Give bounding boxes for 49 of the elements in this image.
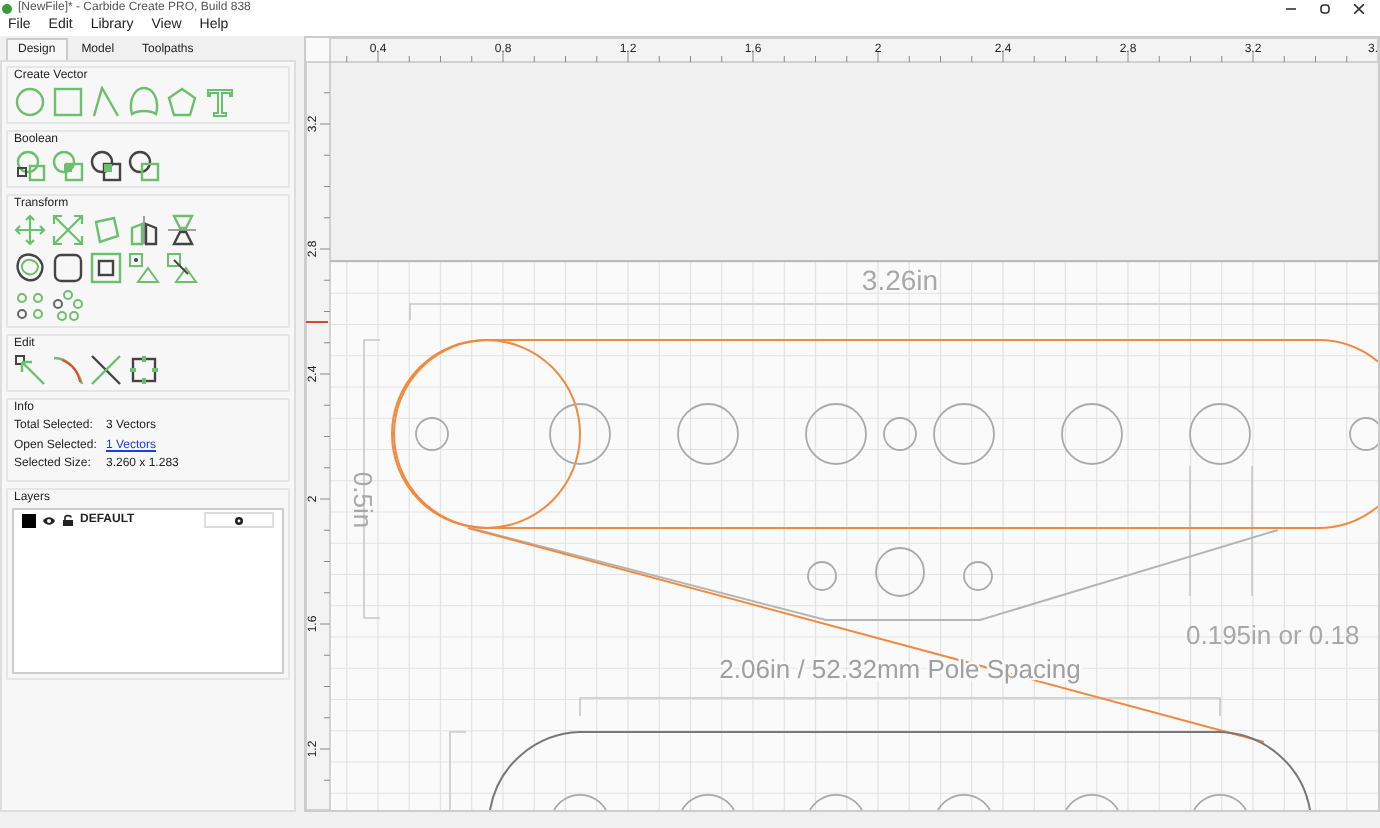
eye-icon[interactable] <box>42 515 56 525</box>
position-marker <box>306 321 329 323</box>
hole <box>549 403 611 465</box>
distribute-icon[interactable] <box>166 252 198 284</box>
layer-color-swatch[interactable] <box>22 513 36 527</box>
offset-icon[interactable] <box>14 252 46 284</box>
layer-settings-button[interactable] <box>204 512 274 528</box>
inset-icon[interactable] <box>90 252 122 284</box>
node-edit-icon[interactable] <box>14 354 46 386</box>
join-icon[interactable] <box>128 354 160 386</box>
hole <box>805 403 867 465</box>
hole <box>1065 794 1119 810</box>
union-icon[interactable] <box>14 150 46 182</box>
annotation-text: 2.06in / 52.32mm Pole Spacing <box>719 654 1081 684</box>
hole <box>553 794 607 810</box>
hole <box>681 794 735 810</box>
hole <box>933 403 995 465</box>
hole <box>809 794 863 810</box>
hole <box>415 417 449 451</box>
dimension-line <box>1251 465 1253 597</box>
hole <box>963 561 993 591</box>
hole <box>677 403 739 465</box>
app-logo-icon <box>2 3 12 13</box>
intersect-icon[interactable] <box>90 150 122 182</box>
dimension-line <box>1189 465 1191 597</box>
hole <box>883 417 917 451</box>
annotation-text: 0.195in or 0.18 <box>1186 620 1360 650</box>
trim-icon[interactable] <box>90 354 122 386</box>
smooth-curve-icon[interactable] <box>52 354 84 386</box>
gear-icon <box>234 515 244 525</box>
dimension-label: 3.26in <box>861 264 939 296</box>
close-icon[interactable] <box>1354 3 1364 13</box>
hole <box>875 547 925 597</box>
hole <box>937 794 991 810</box>
hole <box>1349 417 1378 451</box>
hole <box>1061 403 1123 465</box>
hole <box>1189 403 1251 465</box>
fillet-icon[interactable] <box>52 252 84 284</box>
mirror-icon[interactable] <box>128 214 160 246</box>
lock-icon[interactable] <box>62 514 74 526</box>
circular-array-icon[interactable] <box>52 290 84 322</box>
dimension-label: 0.5in <box>348 471 378 529</box>
hole <box>1193 794 1247 810</box>
minimize-icon[interactable] <box>1286 3 1296 13</box>
mirror-vertical-icon[interactable] <box>166 214 198 246</box>
exclude-icon[interactable] <box>128 150 160 182</box>
grid-array-icon[interactable] <box>14 290 46 322</box>
restore-icon[interactable] <box>1320 3 1330 13</box>
hole <box>807 561 837 591</box>
